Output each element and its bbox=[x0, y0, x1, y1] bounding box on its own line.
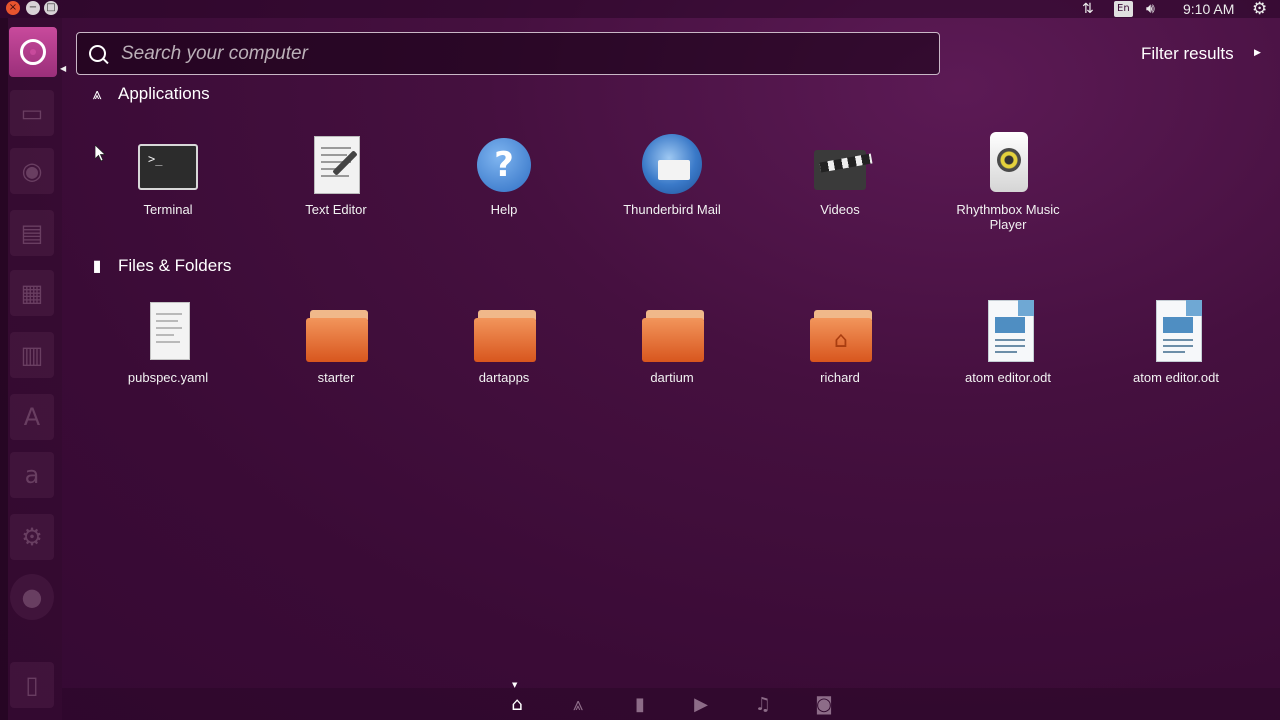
close-window-button[interactable]: × bbox=[6, 1, 20, 15]
photo-lens-icon[interactable]: ◙ bbox=[812, 694, 836, 716]
applications-category-title: Applications bbox=[118, 84, 210, 103]
app-tile-thunderbird[interactable]: Thunderbird Mail bbox=[607, 132, 737, 217]
network-icon[interactable]: ⇅ bbox=[1082, 0, 1094, 18]
clock[interactable]: 9:10 AM bbox=[1183, 0, 1234, 18]
app-tile-text-editor[interactable]: Text Editor bbox=[271, 132, 401, 217]
app-tile-terminal[interactable]: >_ Terminal bbox=[103, 132, 233, 217]
applications-category-icon: ⩓ bbox=[92, 86, 102, 103]
odt-document-icon bbox=[1144, 300, 1208, 364]
search-input[interactable] bbox=[119, 39, 923, 69]
file-label: dartium bbox=[650, 370, 694, 385]
applications-lens-icon[interactable]: ⩓ bbox=[566, 694, 590, 716]
file-label: starter bbox=[317, 370, 355, 385]
maximize-window-button[interactable]: □ bbox=[44, 1, 58, 15]
files-category-title: Files & Folders bbox=[118, 256, 232, 275]
odt-document-icon bbox=[976, 300, 1040, 364]
help-icon: ? bbox=[472, 132, 536, 196]
top-panel: × − □ ⇅ En 🔊︎ 9:10 AM ⚙ bbox=[0, 0, 1280, 18]
file-tile-richard[interactable]: ⌂ richard bbox=[775, 300, 905, 385]
app-label: Rhythmbox Music Player bbox=[956, 202, 1060, 232]
files-category-header[interactable]: ▮ Files & Folders bbox=[88, 256, 232, 276]
amazon-icon[interactable]: a bbox=[10, 452, 54, 498]
trash-icon[interactable]: ▯ bbox=[10, 662, 54, 708]
file-label: atom editor.odt bbox=[1133, 370, 1219, 385]
files-lens-icon[interactable]: ▮ bbox=[628, 694, 652, 716]
writer-icon[interactable]: ▤ bbox=[10, 210, 54, 256]
ubuntu-logo-icon bbox=[20, 39, 46, 65]
lens-bar bbox=[62, 688, 1280, 720]
file-tile-starter[interactable]: starter bbox=[271, 300, 401, 385]
file-category-icon: ▮ bbox=[92, 258, 102, 275]
chevron-right-icon[interactable]: ▶ bbox=[1254, 48, 1261, 58]
video-lens-icon[interactable]: ▶ bbox=[689, 694, 713, 716]
search-icon bbox=[89, 45, 106, 62]
search-box[interactable] bbox=[76, 32, 940, 75]
dash-home-button[interactable] bbox=[9, 27, 57, 77]
file-label: atom editor.odt bbox=[965, 370, 1051, 385]
file-label: pubspec.yaml bbox=[127, 370, 209, 385]
text-file-icon bbox=[136, 300, 200, 364]
file-tile-atom-editor-odt-2[interactable]: atom editor.odt bbox=[1111, 300, 1241, 385]
settings-icon[interactable]: ⚙ bbox=[10, 514, 54, 560]
home-lens-icon[interactable]: ⌂ bbox=[505, 694, 529, 716]
software-center-icon[interactable]: A bbox=[10, 394, 54, 440]
terminal-icon: >_ bbox=[136, 132, 200, 196]
impress-icon[interactable]: ▥ bbox=[10, 332, 54, 378]
files-icon[interactable]: ▭ bbox=[10, 90, 54, 136]
folder-icon bbox=[640, 300, 704, 364]
app-tile-videos[interactable]: Videos bbox=[775, 132, 905, 217]
app-tile-rhythmbox[interactable]: Rhythmbox Music Player bbox=[943, 132, 1073, 232]
folder-icon bbox=[304, 300, 368, 364]
minimize-window-button[interactable]: − bbox=[26, 1, 40, 15]
launcher: ◀ ▭ ◉ ▤ ▦ ▥ A a ⚙ ● ▯ bbox=[0, 18, 66, 720]
file-tile-dartapps[interactable]: dartapps bbox=[439, 300, 569, 385]
calc-icon[interactable]: ▦ bbox=[10, 270, 54, 316]
filter-results-button[interactable]: Filter results bbox=[1141, 44, 1234, 64]
app-label: Help bbox=[490, 202, 518, 217]
text-editor-icon bbox=[304, 132, 368, 196]
active-lens-marker: ▼ bbox=[512, 681, 518, 689]
mouse-cursor-icon bbox=[95, 145, 106, 162]
videos-icon bbox=[808, 132, 873, 196]
file-tile-pubspec[interactable]: pubspec.yaml bbox=[103, 300, 233, 385]
folder-icon bbox=[472, 300, 536, 364]
keyboard-layout-indicator[interactable]: En bbox=[1114, 1, 1133, 17]
applications-category-header[interactable]: ⩓ Applications bbox=[88, 84, 210, 104]
launcher-edge bbox=[0, 18, 8, 720]
launcher-active-arrow: ◀ bbox=[60, 64, 67, 73]
rhythmbox-icon bbox=[976, 132, 1040, 196]
sound-icon[interactable]: 🔊︎ bbox=[1146, 0, 1155, 18]
file-label: dartapps bbox=[478, 370, 530, 385]
app-tile-help[interactable]: ? Help bbox=[439, 132, 569, 217]
app-label: Videos bbox=[820, 202, 860, 217]
file-label: richard bbox=[820, 370, 860, 385]
firefox-icon[interactable]: ◉ bbox=[10, 148, 54, 194]
home-folder-icon: ⌂ bbox=[808, 300, 872, 364]
file-tile-atom-editor-odt[interactable]: atom editor.odt bbox=[943, 300, 1073, 385]
ubuntu-one-icon[interactable]: ● bbox=[10, 574, 54, 620]
app-label: Text Editor bbox=[305, 202, 367, 217]
thunderbird-icon bbox=[640, 132, 704, 196]
file-tile-dartium[interactable]: dartium bbox=[607, 300, 737, 385]
system-gear-icon[interactable]: ⚙ bbox=[1252, 0, 1267, 18]
app-label: Thunderbird Mail bbox=[623, 202, 721, 217]
app-label: Terminal bbox=[143, 202, 193, 217]
music-lens-icon[interactable]: ♫ bbox=[751, 694, 775, 716]
